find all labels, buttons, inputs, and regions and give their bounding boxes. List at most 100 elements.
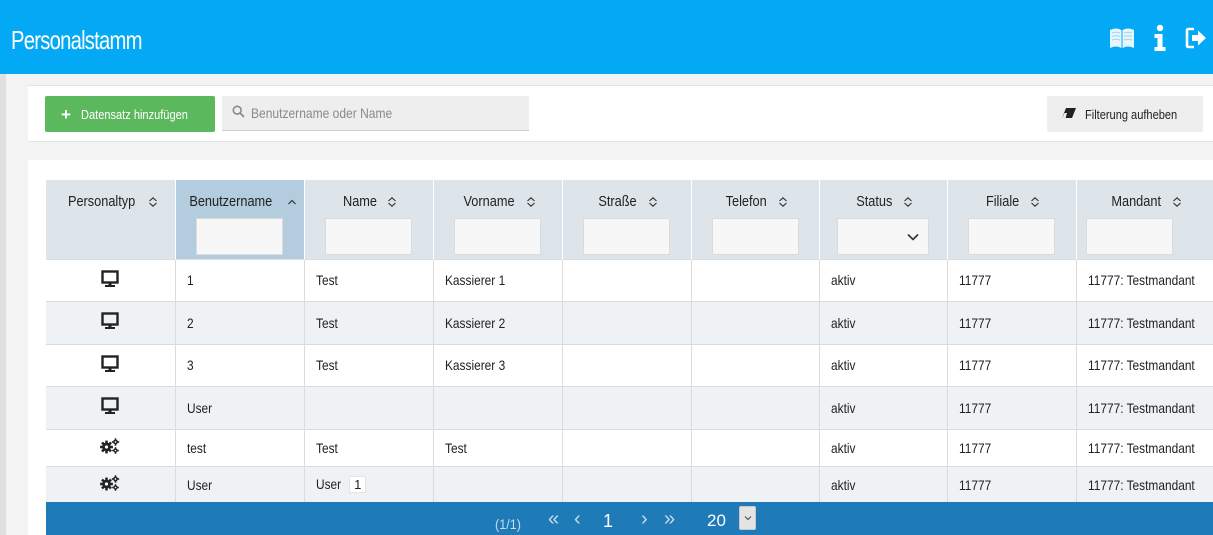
filter-vorname-input[interactable] [454,218,541,255]
strasse-cell [562,385,692,429]
sort-icon [648,197,658,207]
table-header-row: Personaltyp Benutzername Name Vorname St… [46,180,1213,259]
col-benutzername[interactable]: Benutzername [175,180,305,259]
table-row[interactable]: test Test Test aktiv 11777 11777: Testma… [46,428,1213,466]
col-label: Mandant [1111,193,1161,210]
monitor-icon [101,270,119,288]
telefon-cell [691,428,820,466]
status-cell: aktiv [819,300,948,344]
mandant-cell: 11777: Testmandant [1076,258,1213,301]
col-label: Telefon [725,193,767,210]
next-page-button[interactable]: › [641,508,648,531]
mandant-cell: 11777: Testmandant [1076,385,1213,429]
status-cell: aktiv [819,385,948,429]
vorname-cell [433,385,563,429]
sort-icon [1030,197,1040,207]
col-filiale[interactable]: Filiale [947,180,1077,259]
current-page[interactable]: 1 [603,511,613,532]
filter-mandant-input[interactable] [1085,218,1173,255]
strasse-cell [562,465,692,503]
monitor-icon [101,312,119,330]
app-header: Personalstamm [0,0,1213,74]
benutzername-cell: 3 [175,343,305,386]
name-cell: Test [304,258,434,301]
sort-icon [387,197,397,207]
filter-name-input[interactable] [325,218,412,255]
filter-benutzername-input[interactable] [196,218,283,255]
filter-status-select[interactable] [837,218,929,255]
table-row[interactable]: User User 1 aktiv 11777 11777: Testmandan… [46,465,1213,503]
col-label: Personaltyp [67,193,136,210]
add-record-button[interactable]: + Datensatz hinzufügen [45,96,215,132]
telefon-cell [691,385,820,429]
telefon-cell [691,300,820,344]
chevron-down-icon [907,233,919,241]
benutzername-cell: User [175,465,305,503]
personaltyp-cell [46,300,176,344]
col-telefon[interactable]: Telefon [691,180,820,259]
filiale-cell: 11777 [947,343,1077,386]
clear-filter-button[interactable]: Filterung aufheben [1047,96,1203,132]
mandant-cell: 11777: Testmandant [1076,465,1213,503]
table-row[interactable]: 3 Test Kassierer 3 aktiv 11777 11777: Te… [46,343,1213,386]
search-input[interactable]: Benutzername oder Name [222,96,529,131]
left-edge [0,74,6,535]
vorname-cell: Kassierer 1 [433,258,563,301]
name-cell: User 1 [304,465,434,503]
filiale-cell: 11777 [947,465,1077,503]
strasse-cell [562,428,692,466]
col-personaltyp[interactable]: Personaltyp [46,180,176,259]
col-name[interactable]: Name [304,180,434,259]
prev-page-button[interactable]: ‹ [574,508,581,531]
col-mandant[interactable]: Mandant [1076,180,1213,259]
vorname-cell: Kassierer 3 [433,343,563,386]
telefon-cell [691,258,820,301]
filiale-cell: 11777 [947,300,1077,344]
col-label: Benutzername [189,193,273,210]
strasse-cell [562,258,692,301]
page-info: (1/1) [495,516,521,532]
gears-icon [100,475,120,491]
name-cell: Test [304,428,434,466]
chevron-down-icon [744,516,751,521]
last-page-button[interactable]: » [664,508,675,531]
filter-strasse-input[interactable] [583,218,670,255]
benutzername-cell: test [175,428,305,466]
col-label: Name [342,193,377,210]
vorname-cell [433,465,563,503]
col-strasse[interactable]: Straße [562,180,692,259]
first-page-button[interactable]: « [548,508,559,531]
sort-icon [903,197,913,207]
name-extra-badge: 1 [349,476,367,494]
gears-icon [100,438,120,454]
monitor-icon [101,397,119,415]
clear-filter-label: Filterung aufheben [1085,106,1178,122]
search-icon [232,105,245,121]
mandant-cell: 11777: Testmandant [1076,343,1213,386]
info-icon[interactable] [1153,24,1167,57]
vorname-cell: Kassierer 2 [433,300,563,344]
filter-filiale-input[interactable] [968,218,1055,255]
book-icon[interactable] [1109,25,1135,56]
col-status[interactable]: Status [819,180,948,259]
sort-icon [778,197,788,207]
sort-icon [148,197,158,207]
personaltyp-cell [46,428,176,466]
table-row[interactable]: User aktiv 11777 11777: Testmandant [46,385,1213,429]
page-size-select[interactable] [739,506,756,530]
personaltyp-cell [46,258,176,301]
page-title: Personalstamm [11,25,143,55]
filiale-cell: 11777 [947,428,1077,466]
col-label: Status [856,193,893,210]
telefon-cell [691,343,820,386]
table-row[interactable]: 2 Test Kassierer 2 aktiv 11777 11777: Te… [46,300,1213,344]
personnel-table: Personaltyp Benutzername Name Vorname St… [46,180,1213,503]
table-row[interactable]: 1 Test Kassierer 1 aktiv 11777 11777: Te… [46,258,1213,301]
col-vorname[interactable]: Vorname [433,180,563,259]
logout-icon[interactable] [1185,26,1207,55]
status-cell: aktiv [819,465,948,503]
col-label: Filiale [986,193,1020,210]
header-actions [1091,24,1207,57]
plus-icon: + [61,104,71,124]
filter-telefon-input[interactable] [711,218,799,255]
